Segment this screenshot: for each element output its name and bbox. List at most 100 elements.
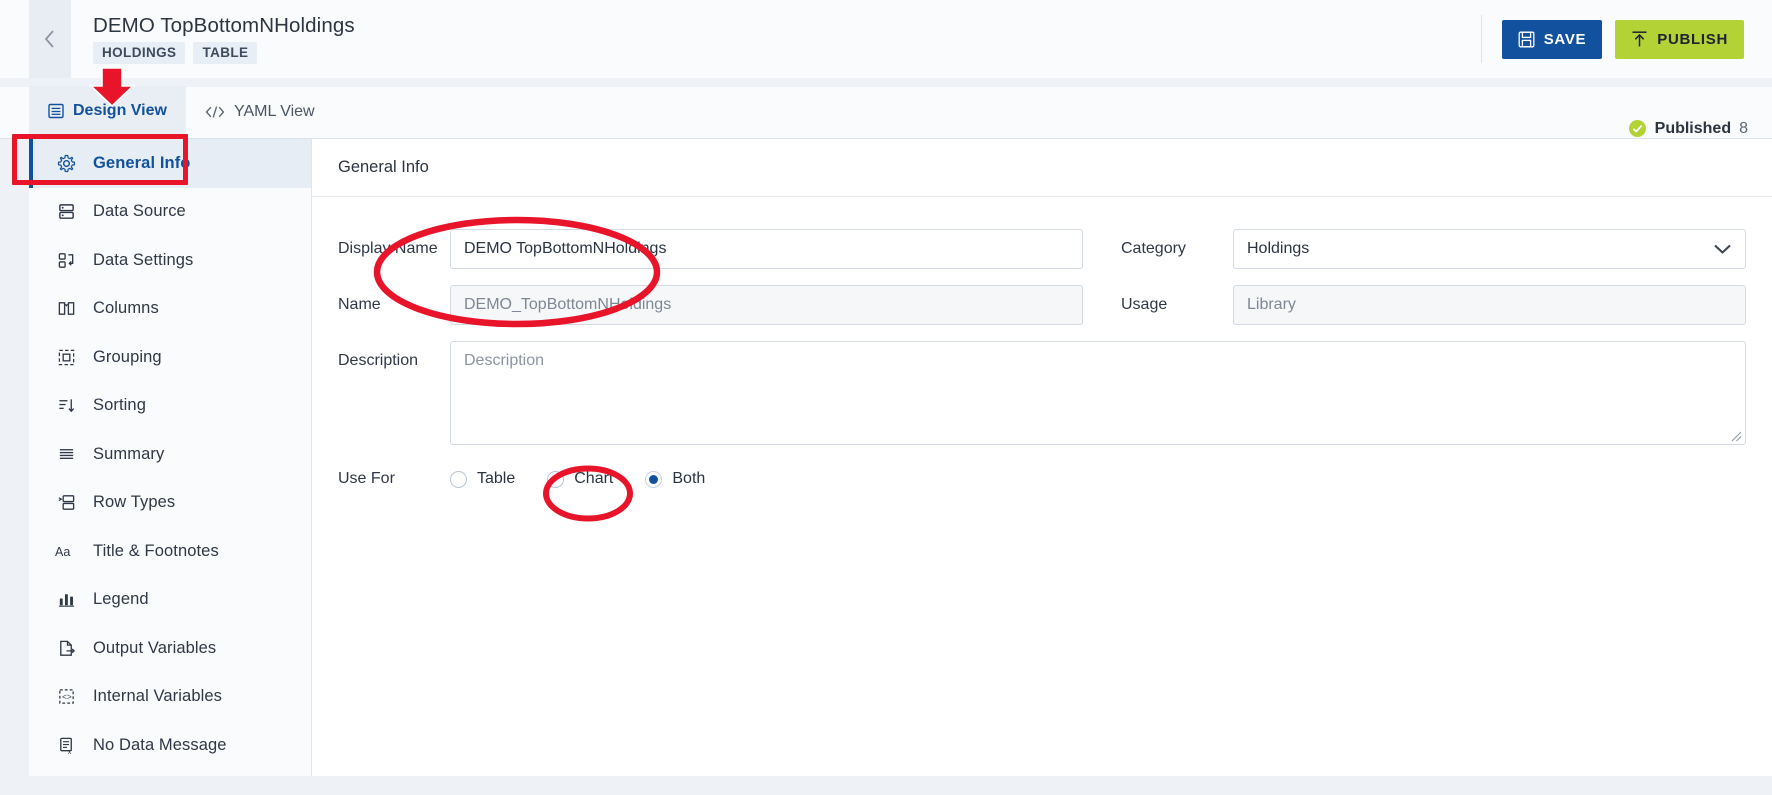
sidebar-item-title-footnotes[interactable]: Aa Title & Footnotes	[29, 527, 311, 576]
name-value: DEMO_TopBottomNHoldings	[464, 296, 672, 313]
category-label: Category	[1121, 240, 1186, 257]
description-label: Description	[338, 352, 419, 369]
sidebar-item-summary[interactable]: Summary	[29, 430, 311, 479]
body-container: General Info Data Source Data Settings C…	[0, 139, 1772, 795]
upload-arrow-icon	[1632, 31, 1647, 47]
gear-icon	[55, 154, 77, 173]
field-name: Name DEMO_TopBottomNHoldings	[338, 285, 1083, 325]
form-row-use-for: Use For Table Chart Both	[338, 469, 1746, 489]
title-block: DEMO TopBottomNHoldings HOLDINGS TABLE	[93, 14, 355, 64]
chevron-down-icon	[1714, 244, 1731, 254]
display-name-input[interactable]: DEMO TopBottomNHoldings	[450, 229, 1083, 269]
view-tab-strip: Design View YAML View Published 8	[0, 86, 1772, 139]
floppy-disk-save-icon	[1518, 31, 1535, 47]
use-for-radio-group: Table Chart Both	[450, 470, 705, 488]
sidebar-item-label: Summary	[93, 444, 165, 463]
sidebar-item-no-data-message[interactable]: x No Data Message	[29, 721, 311, 770]
publish-button-label: PUBLISH	[1657, 30, 1728, 48]
back-button[interactable]	[29, 0, 71, 78]
radio-table[interactable]: Table	[450, 470, 515, 488]
sidebar-item-label: Title & Footnotes	[93, 541, 219, 560]
svg-text:x: x	[67, 748, 71, 755]
publish-button[interactable]: PUBLISH	[1615, 19, 1744, 59]
sidebar-item-label: Row Types	[93, 493, 176, 512]
sidebar-item-label: No Data Message	[93, 735, 227, 754]
view-tabs: Design View YAML View	[29, 86, 334, 138]
resize-handle-icon[interactable]	[1729, 429, 1742, 442]
bar-chart-icon	[55, 590, 77, 609]
app-root: DEMO TopBottomNHoldings HOLDINGS TABLE S…	[0, 0, 1772, 795]
sidebar-item-legend[interactable]: Legend	[29, 576, 311, 625]
text-aa-icon: Aa	[55, 543, 77, 560]
status-badge-label: Published	[1654, 119, 1732, 137]
content-header: General Info	[312, 139, 1772, 197]
sidebar-item-sorting[interactable]: Sorting	[29, 382, 311, 431]
sidebar-item-label: Internal Variables	[93, 687, 222, 706]
category-value: Holdings	[1247, 240, 1310, 257]
sidebar-item-label: Data Source	[93, 202, 186, 221]
status-badge-count: 8	[1739, 119, 1748, 137]
chevron-left-icon	[44, 30, 54, 48]
internal-variable-icon: <>	[55, 687, 77, 706]
tab-yaml-view-label: YAML View	[233, 103, 315, 120]
sidebar-item-grouping[interactable]: Grouping	[29, 333, 311, 382]
columns-icon	[55, 299, 77, 318]
database-icon	[55, 202, 77, 221]
svg-text:<>: <>	[61, 694, 71, 703]
sidebar-item-label: General Info	[93, 153, 191, 172]
description-placeholder: Description	[464, 352, 545, 369]
main-content-panel: General Info Display Name DEMO TopBottom…	[312, 139, 1772, 776]
display-name-value: DEMO TopBottomNHoldings	[464, 240, 667, 257]
description-textarea[interactable]: Description	[450, 341, 1746, 445]
usage-input: Library	[1233, 285, 1746, 325]
sidebar-item-label: Output Variables	[93, 638, 217, 657]
summary-lines-icon	[55, 445, 77, 464]
sidebar-item-row-types[interactable]: Row Types	[29, 479, 311, 528]
tab-design-view[interactable]: Design View	[29, 86, 186, 138]
breadcrumb: HOLDINGS TABLE	[93, 42, 355, 64]
radio-chart-label: Chart	[574, 470, 614, 487]
usage-value: Library	[1247, 296, 1296, 313]
radio-both[interactable]: Both	[645, 470, 705, 488]
save-button[interactable]: SAVE	[1501, 19, 1603, 59]
category-select[interactable]: Holdings	[1233, 229, 1746, 269]
name-label: Name	[338, 296, 381, 313]
tab-yaml-view[interactable]: YAML View	[186, 86, 334, 138]
design-view-icon	[48, 103, 64, 119]
sorting-icon	[55, 396, 77, 415]
data-settings-icon	[55, 251, 77, 270]
sidebar-item-label: Data Settings	[93, 250, 194, 269]
sidebar-item-general-info[interactable]: General Info	[29, 139, 311, 188]
sidebar-item-internal-variables[interactable]: <> Internal Variables	[29, 673, 311, 722]
sidebar-item-output-variables[interactable]: Output Variables	[29, 624, 311, 673]
status-badge: Published 8	[1628, 119, 1748, 138]
form-row-name: Name DEMO_TopBottomNHoldings Usage Libra…	[338, 285, 1746, 325]
radio-both-dot	[645, 470, 663, 488]
radio-table-label: Table	[477, 470, 516, 487]
field-category: Category Holdings	[1121, 229, 1746, 269]
top-header-bar: DEMO TopBottomNHoldings HOLDINGS TABLE S…	[0, 0, 1772, 78]
tab-design-view-label: Design View	[73, 101, 167, 119]
radio-table-dot	[450, 470, 467, 488]
sidebar-item-data-settings[interactable]: Data Settings	[29, 236, 311, 285]
badge-table: TABLE	[193, 42, 258, 64]
output-file-icon	[55, 639, 77, 658]
svg-text:Aa: Aa	[55, 545, 70, 559]
settings-sidebar: General Info Data Source Data Settings C…	[29, 139, 312, 776]
sidebar-item-columns[interactable]: Columns	[29, 285, 311, 334]
field-usage: Usage Library	[1121, 285, 1746, 325]
sidebar-item-label: Grouping	[93, 347, 162, 366]
display-name-label: Display Name	[338, 240, 438, 257]
form-row-description: Description Description	[338, 341, 1746, 445]
radio-chart-dot	[547, 470, 565, 488]
sidebar-item-data-source[interactable]: Data Source	[29, 188, 311, 237]
grouping-icon	[55, 348, 77, 367]
use-for-label: Use For	[338, 470, 395, 487]
row-types-icon	[55, 493, 77, 512]
header-divider	[1480, 15, 1482, 63]
sidebar-item-label: Columns	[93, 299, 159, 318]
radio-chart[interactable]: Chart	[547, 470, 613, 488]
sidebar-item-label: Legend	[93, 590, 149, 609]
name-input: DEMO_TopBottomNHoldings	[450, 285, 1083, 325]
page-title: DEMO TopBottomNHoldings	[93, 14, 355, 37]
